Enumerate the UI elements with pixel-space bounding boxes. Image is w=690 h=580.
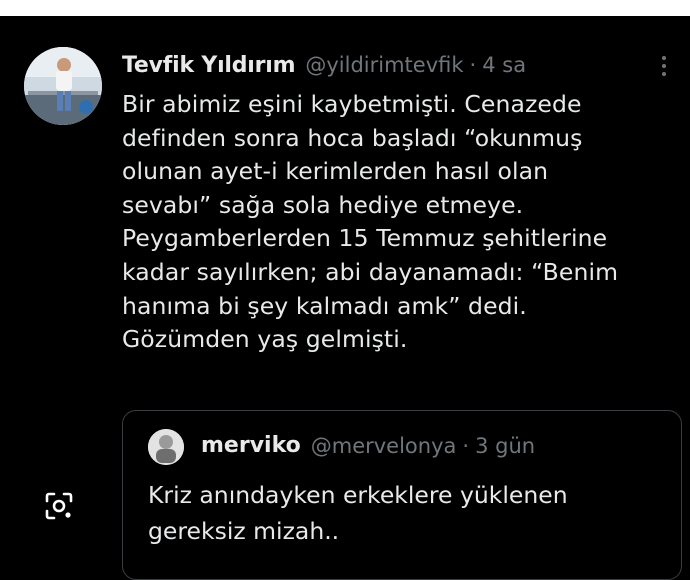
more-vertical-icon[interactable]	[654, 53, 674, 83]
tweet-header: Tevfik Yıldırım @yildirimtevfik · 4 sa	[122, 48, 526, 82]
quoted-author-avatar	[148, 429, 184, 465]
quoted-header: merviko @mervelonya · 3 gün	[201, 433, 535, 458]
quoted-author-name: merviko	[201, 433, 301, 458]
tweet-timestamp[interactable]: 4 sa	[482, 53, 526, 77]
top-edge-strip	[0, 0, 690, 16]
separator-dot: ·	[469, 53, 477, 77]
quoted-author-handle: @mervelonya	[310, 433, 457, 458]
author-handle[interactable]: @yildirimtevfik	[305, 53, 463, 77]
tweet-card[interactable]: Tevfik Yıldırım @yildirimtevfik · 4 sa B…	[0, 16, 690, 580]
author-name[interactable]: Tevfik Yıldırım	[122, 53, 296, 78]
quoted-tweet[interactable]: merviko @mervelonya · 3 gün Kriz anınday…	[122, 410, 682, 580]
quoted-text: Kriz anındayken erkeklere yüklenen gerek…	[148, 481, 568, 545]
tweet-text: Bir abimiz eşini kaybetmişti. Cenazede d…	[122, 90, 619, 354]
lens-search-icon[interactable]	[38, 485, 80, 527]
quoted-separator-dot: ·	[462, 433, 470, 458]
quoted-timestamp: 3 gün	[475, 433, 536, 458]
author-avatar[interactable]	[24, 47, 102, 125]
